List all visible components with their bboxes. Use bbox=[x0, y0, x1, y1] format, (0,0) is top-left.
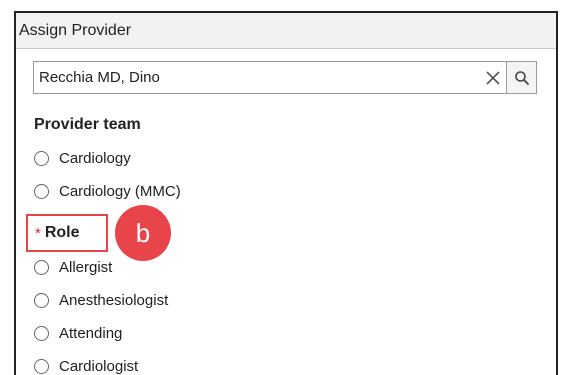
radio-label: Anesthesiologist bbox=[59, 291, 169, 309]
radio-provider-team-cardiology-mmc[interactable]: Cardiology (MMC) bbox=[34, 180, 181, 202]
radio-role-anesthesiologist[interactable]: Anesthesiologist bbox=[34, 289, 168, 311]
panel-title: Assign Provider bbox=[19, 21, 132, 39]
radio-button[interactable] bbox=[34, 150, 49, 166]
panel-header: Assign Provider bbox=[16, 13, 556, 49]
clear-search-button[interactable] bbox=[480, 62, 506, 93]
radio-button[interactable] bbox=[34, 183, 49, 199]
radio-label: Cardiologist bbox=[59, 357, 139, 375]
radio-label: Cardiology bbox=[59, 149, 131, 167]
provider-search-box bbox=[33, 61, 537, 94]
close-icon bbox=[486, 70, 500, 85]
search-icon bbox=[514, 70, 529, 85]
radio-button[interactable] bbox=[34, 358, 49, 374]
radio-label: Attending bbox=[59, 324, 123, 342]
search-button[interactable] bbox=[506, 62, 536, 93]
provider-team-heading: Provider team bbox=[34, 116, 141, 133]
role-heading: Role bbox=[44, 224, 80, 241]
radio-label: Allergist bbox=[59, 258, 113, 276]
radio-role-attending[interactable]: Attending bbox=[34, 322, 122, 344]
radio-role-cardiologist[interactable]: Cardiologist bbox=[34, 355, 138, 375]
provider-search-input[interactable] bbox=[34, 62, 480, 93]
radio-button[interactable] bbox=[34, 325, 49, 341]
radio-button[interactable] bbox=[34, 292, 49, 308]
role-heading-highlight: * Role bbox=[26, 214, 108, 252]
radio-label: Cardiology (MMC) bbox=[59, 182, 181, 200]
radio-provider-team-cardiology[interactable]: Cardiology bbox=[34, 147, 131, 169]
assign-provider-panel: Assign Provider Provider team Cardiology… bbox=[14, 11, 558, 375]
required-marker: * bbox=[35, 224, 41, 242]
annotation-callout-badge: b bbox=[115, 205, 171, 261]
radio-role-allergist[interactable]: Allergist bbox=[34, 256, 112, 278]
radio-button[interactable] bbox=[34, 259, 49, 275]
